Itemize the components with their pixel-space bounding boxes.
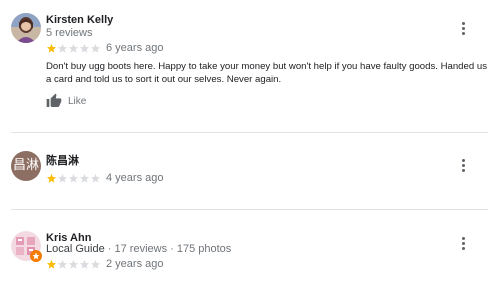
rating-row: 2 years ago [46,258,163,270]
star-icon [90,173,101,184]
star-rating [46,43,101,54]
star-icon [46,43,57,54]
star-rating [46,259,101,270]
star-icon [57,173,68,184]
rating-row: 4 years ago [46,172,163,184]
more-vert-icon[interactable] [456,234,470,252]
reviewer-name[interactable]: Kirsten Kelly [46,14,113,26]
star-icon [46,173,57,184]
star-icon [79,259,90,270]
review-text: Don't buy ugg boots here. Happy to take … [46,61,487,85]
local-guide-label: Local Guide [46,243,105,255]
star-icon [79,43,90,54]
star-icon [46,259,57,270]
local-guide-badge-icon [30,250,42,262]
review-time: 4 years ago [106,172,164,184]
reviewer-name[interactable]: 陈昌淋 [46,152,79,168]
star-rating [46,173,101,184]
thumb-up-icon [46,93,62,109]
like-button[interactable]: Like [46,93,86,109]
more-vert-icon[interactable] [456,19,470,37]
review-card: Kirsten Kelly 5 reviews 6 years ago Don'… [0,0,500,132]
review-time: 6 years ago [106,42,164,54]
reviewer-meta: 5 reviews [46,27,93,39]
reviewer-stats: · 17 reviews · 175 photos [104,243,232,255]
star-icon [68,173,79,184]
star-icon [57,259,68,270]
avatar[interactable]: 昌淋 [11,151,41,181]
reviewer-meta: Local Guide · 17 reviews · 175 photos [46,243,231,255]
avatar[interactable] [11,13,41,43]
review-card: Kris Ahn Local Guide · 17 reviews · 175 … [0,210,500,293]
avatar[interactable] [11,231,42,262]
star-icon [68,259,79,270]
review-time: 2 years ago [106,258,164,270]
star-icon [57,43,68,54]
star-icon [68,43,79,54]
star-icon [79,173,90,184]
star-icon [90,259,101,270]
rating-row: 6 years ago [46,42,163,54]
more-vert-icon[interactable] [456,156,470,174]
like-label: Like [68,95,87,107]
star-icon [90,43,101,54]
review-card: 昌淋 陈昌淋 4 years ago [0,133,500,209]
